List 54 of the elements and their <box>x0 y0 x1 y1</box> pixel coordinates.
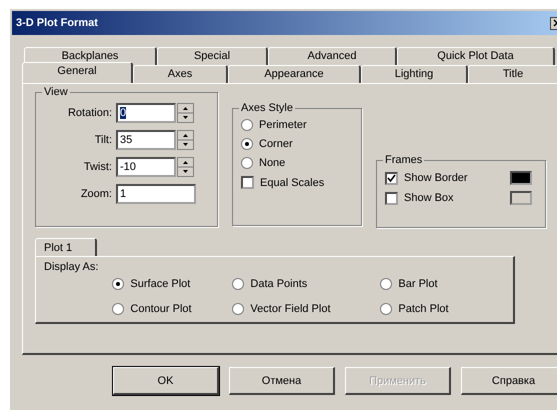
checkbox[interactable] <box>385 172 398 184</box>
option-label: Equal Scales <box>260 176 324 188</box>
field-label: Zoom: <box>80 188 113 200</box>
tab[interactable]: Advanced <box>268 47 397 65</box>
option-label: Vector Field Plot <box>250 303 331 316</box>
input-field[interactable]: 0 <box>116 103 176 123</box>
radio-button[interactable] <box>241 157 253 169</box>
option-label: Show Box <box>404 192 455 204</box>
option-label: Surface Plot <box>130 278 190 290</box>
tab[interactable]: Title <box>468 65 557 83</box>
option-label: Data Points <box>250 278 308 290</box>
option-label: Contour Plot <box>130 303 192 316</box>
group-title: Axes Style <box>239 102 295 114</box>
radio-button[interactable] <box>380 303 392 316</box>
dialog-button[interactable]: OK <box>113 367 219 395</box>
radio-button[interactable] <box>241 138 253 150</box>
plot-tab[interactable]: Plot 1 <box>35 238 97 256</box>
group-title: View <box>42 86 70 98</box>
color-swatch[interactable] <box>510 191 532 205</box>
checkbox[interactable] <box>385 192 398 204</box>
tab[interactable]: Quick Plot Data <box>397 47 555 65</box>
radio-button[interactable] <box>232 278 244 290</box>
radio-button[interactable] <box>380 278 392 290</box>
window-title: 3-D Plot Format <box>16 17 98 29</box>
checkbox[interactable] <box>241 176 254 189</box>
tab[interactable]: Appearance <box>228 65 361 83</box>
dialog-button[interactable]: Справка <box>461 367 557 395</box>
tab[interactable]: Special <box>157 47 268 65</box>
spinner-icon[interactable] <box>177 103 194 123</box>
spinner-icon[interactable] <box>177 157 194 177</box>
tab[interactable]: Axes <box>133 65 228 83</box>
group-title: Frames <box>383 154 424 166</box>
option-label: Corner <box>259 138 293 150</box>
field-label: Twist: <box>82 161 113 173</box>
option-label: Patch Plot <box>398 303 449 316</box>
option-label: Show Border <box>404 172 469 184</box>
option-label: Bar Plot <box>398 278 438 290</box>
field-label: Tilt: <box>94 134 113 146</box>
field-label: Rotation: <box>66 107 113 119</box>
color-swatch[interactable] <box>510 171 532 185</box>
tab[interactable]: Lighting <box>361 65 468 83</box>
radio-button[interactable] <box>112 303 124 316</box>
tab[interactable]: General <box>22 62 133 83</box>
radio-button[interactable] <box>241 119 253 131</box>
radio-button[interactable] <box>232 303 244 316</box>
display-as-label: Display As: <box>44 261 98 275</box>
radio-button[interactable] <box>112 278 124 290</box>
dialog-button[interactable]: Отмена <box>229 367 335 395</box>
input-field[interactable]: -10 <box>116 157 176 177</box>
spinner-icon[interactable] <box>177 130 194 150</box>
option-label: Perimeter <box>259 119 307 131</box>
input-field[interactable]: 1 <box>116 184 196 204</box>
input-field[interactable]: 35 <box>116 130 176 150</box>
option-label: None <box>259 157 286 169</box>
